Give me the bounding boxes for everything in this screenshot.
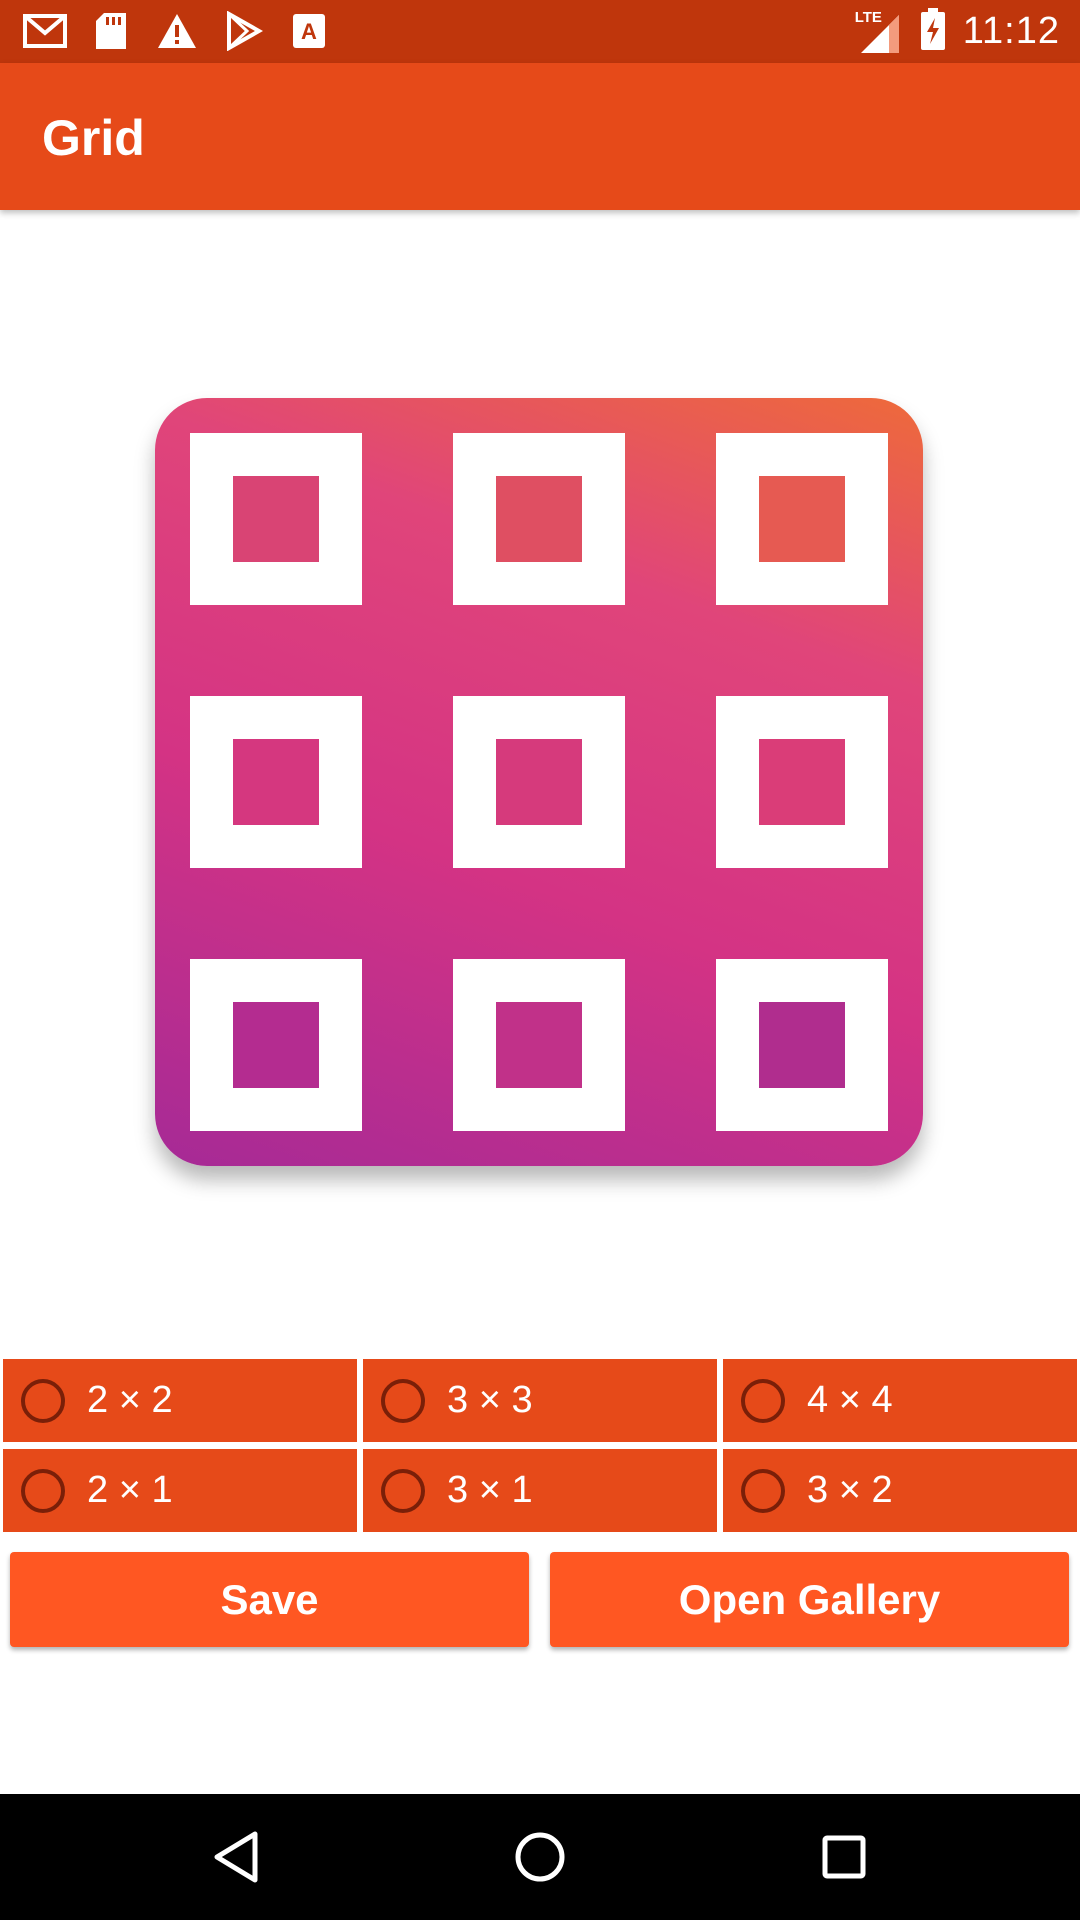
grid-tile [716, 433, 888, 605]
radio-button[interactable] [741, 1378, 785, 1423]
grid-tile [190, 696, 362, 868]
option-2x1[interactable]: 2 × 1 [3, 1449, 357, 1532]
warning-icon [154, 8, 200, 54]
option-label: 3 × 1 [447, 1469, 533, 1511]
home-icon[interactable] [510, 1827, 570, 1887]
grid-tile [716, 696, 888, 868]
navigation-bar [0, 1794, 1080, 1920]
grid-tile [716, 959, 888, 1131]
font-icon: A [286, 8, 332, 54]
radio-button[interactable] [381, 1378, 425, 1423]
option-3x1[interactable]: 3 × 1 [363, 1449, 717, 1532]
option-4x4[interactable]: 4 × 4 [723, 1359, 1077, 1442]
gmail-icon [22, 8, 68, 54]
clock: 11:12 [962, 10, 1060, 52]
radio-button[interactable] [21, 1468, 65, 1513]
option-2x2[interactable]: 2 × 2 [3, 1359, 357, 1442]
recents-icon[interactable] [814, 1827, 874, 1887]
grid-tile [453, 433, 625, 605]
option-3x2[interactable]: 3 × 2 [723, 1449, 1077, 1532]
status-bar: A LTE 11:12 [0, 0, 1080, 63]
sd-card-icon [88, 8, 134, 54]
app-bar: Grid [0, 63, 1080, 210]
option-3x3[interactable]: 3 × 3 [363, 1359, 717, 1442]
option-label: 2 × 1 [87, 1469, 173, 1511]
network-type: LTE [854, 8, 882, 26]
svg-text:A: A [301, 19, 317, 44]
radio-button[interactable] [381, 1468, 425, 1513]
page-title: Grid [42, 110, 145, 166]
radio-button[interactable] [21, 1378, 65, 1423]
grid-preview-image [155, 398, 923, 1166]
grid-tile [190, 433, 362, 605]
option-label: 3 × 3 [447, 1379, 533, 1421]
grid-tile [453, 959, 625, 1131]
back-icon[interactable] [206, 1827, 266, 1887]
grid-tile [453, 696, 625, 868]
lte-signal-icon: LTE [855, 9, 903, 55]
option-label: 4 × 4 [807, 1379, 893, 1421]
play-store-icon [220, 8, 266, 54]
grid-tile [190, 959, 362, 1131]
option-label: 2 × 2 [87, 1379, 173, 1421]
radio-button[interactable] [741, 1468, 785, 1513]
open-gallery-button[interactable]: Open Gallery [550, 1552, 1069, 1647]
save-button[interactable]: Save [10, 1552, 529, 1647]
battery-charging-icon [920, 8, 945, 55]
option-label: 3 × 2 [807, 1469, 893, 1511]
